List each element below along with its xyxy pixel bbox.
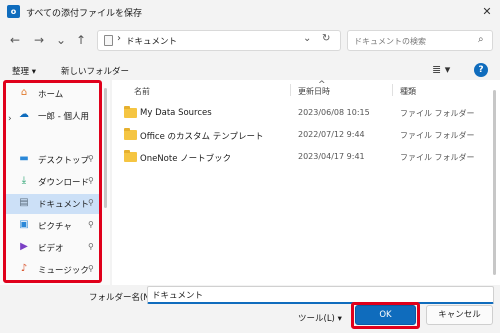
sidebar-item-label: ホーム [38,90,64,100]
column-header-date[interactable]: 更新日時 [298,86,330,97]
new-folder-button[interactable]: 新しいフォルダー [61,65,129,77]
folder-icon [124,106,137,118]
file-name: OneNote ノートブック [140,154,232,164]
sidebar-item-label: ビデオ [38,244,64,254]
pin-icon: ⚲ [88,198,94,207]
refresh-icon[interactable]: ↻ [322,33,330,44]
organize-button[interactable]: 整理 ▾ [12,65,36,77]
sidebar-item-downloads[interactable]: ⤓ ダウンロード ⚲ [4,172,100,192]
help-icon[interactable]: ? [474,63,488,77]
list-header: ^ 名前 更新日時 種類 [112,80,490,100]
column-divider[interactable] [392,84,393,96]
pin-icon: ⚲ [88,176,94,185]
ok-button[interactable]: OK [355,305,416,325]
search-input[interactable] [354,34,474,48]
onedrive-cloud-icon: ☁ [19,109,29,120]
search-icon: ⌕ [478,34,484,45]
home-icon: ⌂ [20,87,28,98]
download-icon: ⤓ [21,175,27,186]
file-type: ファイル フォルダー [400,109,475,118]
close-button[interactable]: ✕ [478,3,496,21]
file-row[interactable]: My Data Sources 2023/06/08 10:15 ファイル フォ… [118,104,488,122]
file-name: Office のカスタム テンプレート [140,132,264,142]
view-options-icon[interactable]: ≣ ▾ [432,63,450,76]
sidebar-item-onedrive[interactable]: ☁ 一郎 - 個人用 [4,106,100,126]
column-header-name[interactable]: 名前 [134,86,150,97]
sidebar-item-desktop[interactable]: ▬ デスクトップ ⚲ [4,150,100,170]
scrollbar-thumb[interactable] [493,90,496,275]
pin-icon: ⚲ [88,220,94,229]
breadcrumb-separator: › [117,33,121,44]
file-list-scrollbar[interactable] [492,80,497,285]
sidebar-item-videos[interactable]: ▶ ビデオ ⚲ [4,238,100,258]
file-date: 2023/06/08 10:15 [298,108,370,117]
desktop-icon: ▬ [19,153,29,164]
sidebar-item-label: 一郎 - 個人用 [38,112,89,122]
pin-icon: ⚲ [88,242,94,251]
sidebar-item-music[interactable]: ♪ ミュージック ⚲ [4,260,100,280]
address-bar[interactable]: › ドキュメント ⌄ ↻ [97,30,341,51]
folder-icon [124,150,137,162]
window-title: すべての添付ファイルを保存 [26,9,143,19]
video-icon: ▶ [20,241,28,252]
folder-icon [124,128,137,140]
file-type: ファイル フォルダー [400,131,475,140]
documents-icon: ▤ [19,197,29,208]
up-arrow-icon[interactable]: ↑ [72,31,90,49]
tools-menu-button[interactable]: ツール(L) ▾ [298,312,342,324]
chevron-down-icon[interactable]: ⌄ [303,33,311,44]
breadcrumb[interactable]: ドキュメント [126,35,177,47]
sidebar-item-label: ダウンロード [38,178,90,188]
forward-arrow-icon[interactable]: → [30,31,48,49]
sidebar-item-label: デスクトップ [38,156,90,166]
back-arrow-icon[interactable]: ← [6,31,24,49]
music-icon: ♪ [20,263,28,274]
sidebar-item-documents[interactable]: ▤ ドキュメント ⚲ [4,194,100,214]
column-divider[interactable] [290,84,291,96]
file-row[interactable]: OneNote ノートブック 2023/04/17 9:41 ファイル フォルダ… [118,148,488,166]
sidebar-item-home[interactable]: ⌂ ホーム [4,84,100,104]
sidebar-item-pictures[interactable]: ▣ ピクチャ ⚲ [4,216,100,236]
toolbar: 整理 ▾ 新しいフォルダー ≣ ▾ ? [0,60,500,80]
sidebar-item-label: ドキュメント [38,200,90,210]
nav-scrollbar[interactable] [104,88,107,208]
cancel-button[interactable]: キャンセル [426,305,493,325]
folder-name-field[interactable] [147,286,494,304]
file-row[interactable]: Office のカスタム テンプレート 2022/07/12 9:44 ファイル… [118,126,488,144]
sidebar-item-label: ピクチャ [38,222,72,232]
pin-icon: ⚲ [88,264,94,273]
file-type: ファイル フォルダー [400,153,475,162]
column-header-type[interactable]: 種類 [400,86,416,97]
sidebar-item-label: ミュージック [38,266,89,276]
file-name: My Data Sources [140,108,212,118]
outlook-icon: o [7,5,20,18]
folder-name-label: フォルダー名(N): [89,293,156,303]
documents-icon [104,35,113,46]
search-box[interactable]: ⌕ [347,30,493,51]
recent-locations-icon[interactable]: ⌄ [52,31,70,49]
file-date: 2022/07/12 9:44 [298,130,365,139]
pictures-icon: ▣ [19,219,29,230]
pin-icon: ⚲ [88,154,94,163]
file-date: 2023/04/17 9:41 [298,152,365,161]
